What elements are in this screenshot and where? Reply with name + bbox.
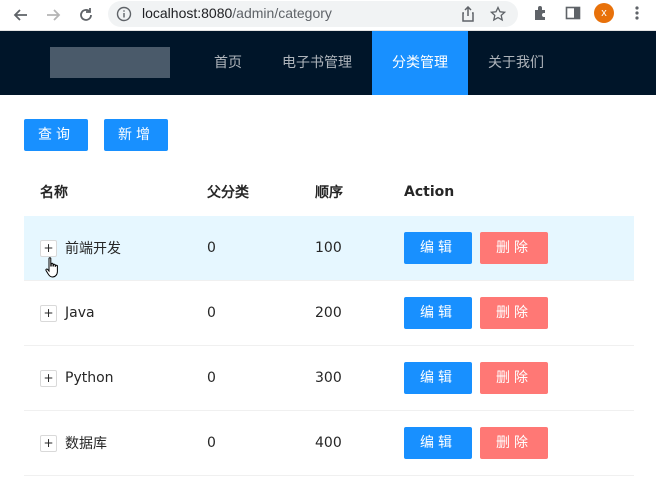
expand-icon[interactable]: + (40, 304, 57, 322)
category-name: 数据库 (65, 436, 107, 452)
table-row[interactable]: + 数据库 0 400 编辑 删除 (24, 411, 634, 476)
category-table: 名称 父分类 顺序 Action + 前端开发 0 100 编辑 删除 + Ja… (24, 168, 634, 476)
delete-button[interactable]: 删除 (480, 232, 548, 264)
puzzle-icon[interactable] (532, 4, 550, 22)
arrow-left-icon (13, 9, 27, 21)
menu-item-ebook[interactable]: 电子书管理 (262, 31, 372, 95)
menu-item-category[interactable]: 分类管理 (372, 31, 468, 95)
category-name: Java (65, 305, 95, 321)
reload-icon (80, 8, 92, 21)
edit-button[interactable]: 编辑 (404, 362, 472, 394)
delete-button[interactable]: 删除 (480, 362, 548, 394)
cell-sort: 200 (315, 305, 342, 321)
add-button[interactable]: 新增 (104, 119, 168, 151)
cell-name: + 前端开发 (24, 238, 207, 258)
top-menu: 首页 电子书管理 分类管理 关于我们 (194, 31, 564, 95)
back-button[interactable] (10, 4, 32, 26)
column-header-parent: 父分类 (207, 185, 249, 201)
cell-sort: 300 (315, 370, 342, 386)
edit-button[interactable]: 编辑 (404, 297, 472, 329)
logo (50, 47, 170, 78)
category-name: Python (65, 370, 114, 386)
forward-button[interactable] (42, 4, 64, 26)
expand-icon[interactable]: + (40, 369, 57, 387)
delete-button[interactable]: 删除 (480, 427, 548, 459)
cell-parent: 0 (207, 240, 216, 256)
column-header-name: 名称 (40, 185, 68, 201)
share-icon[interactable] (460, 6, 476, 22)
url-path: /admin/category (232, 5, 332, 21)
cell-action: 编辑 删除 (404, 427, 634, 459)
edit-button[interactable]: 编辑 (404, 427, 472, 459)
table-row[interactable]: + Java 0 200 编辑 删除 (24, 281, 634, 346)
browser-toolbar: localhost:8080/admin/category x (0, 0, 656, 31)
cell-name: + 数据库 (24, 433, 207, 453)
cell-name: + Python (24, 369, 207, 387)
hand-cursor-icon (45, 257, 58, 278)
app-header: 首页 电子书管理 分类管理 关于我们 (0, 31, 656, 95)
url-text[interactable]: localhost:8080/admin/category (142, 5, 332, 21)
cell-parent: 0 (207, 370, 216, 386)
category-name: 前端开发 (65, 241, 121, 257)
menu-item-home[interactable]: 首页 (194, 31, 262, 95)
menu-item-about[interactable]: 关于我们 (468, 31, 564, 95)
cell-sort: 100 (315, 240, 342, 256)
table-header: 名称 父分类 顺序 Action (24, 168, 634, 216)
cell-name: + Java (24, 304, 207, 322)
cell-action: 编辑 删除 (404, 362, 634, 394)
toolbar: 查询 新增 (24, 119, 168, 151)
table-row[interactable]: + 前端开发 0 100 编辑 删除 (24, 216, 634, 281)
edit-button[interactable]: 编辑 (404, 232, 472, 264)
query-button[interactable]: 查询 (24, 119, 88, 151)
cell-parent: 0 (207, 305, 216, 321)
star-icon[interactable] (490, 6, 506, 22)
profile-avatar[interactable]: x (594, 3, 614, 23)
cell-sort: 400 (315, 435, 342, 451)
cell-parent: 0 (207, 435, 216, 451)
info-icon[interactable] (116, 6, 132, 22)
column-header-sort: 顺序 (315, 185, 343, 201)
cell-action: 编辑 删除 (404, 297, 634, 329)
column-header-action: Action (404, 184, 455, 200)
kebab-menu-icon[interactable] (628, 4, 646, 22)
delete-button[interactable]: 删除 (480, 297, 548, 329)
expand-icon[interactable]: + (40, 434, 57, 452)
expand-icon[interactable]: + (40, 239, 57, 257)
reload-button[interactable] (75, 4, 97, 26)
cell-action: 编辑 删除 (404, 232, 634, 264)
table-row[interactable]: + Python 0 300 编辑 删除 (24, 346, 634, 411)
url-host: localhost:8080 (142, 5, 233, 21)
arrow-right-icon (47, 9, 61, 21)
address-bar[interactable]: localhost:8080/admin/category (108, 1, 518, 27)
sidepanel-icon[interactable] (564, 4, 582, 22)
